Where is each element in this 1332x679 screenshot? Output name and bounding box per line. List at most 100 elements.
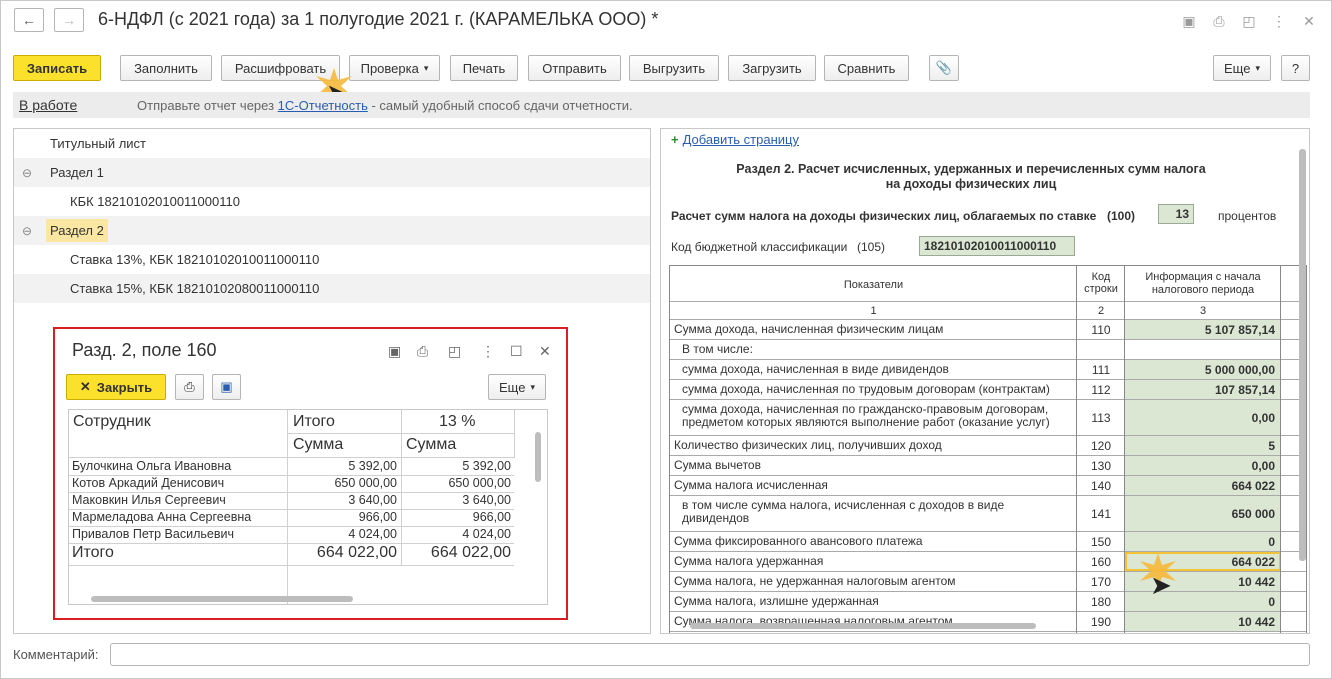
print-icon[interactable]: ⎙ xyxy=(417,343,428,360)
row-code: 190 xyxy=(1090,615,1112,629)
comment-input[interactable] xyxy=(110,643,1310,666)
more-label: Еще xyxy=(499,379,526,395)
save-icon[interactable]: ▣ xyxy=(1180,12,1198,30)
dropdown-arrow-icon: ▾ xyxy=(423,62,429,73)
row-value[interactable]: 0,00 xyxy=(1125,400,1281,435)
tree-label: КБК 18210102010011000110 xyxy=(70,194,240,209)
row-value[interactable]: 10 442 xyxy=(1125,612,1281,631)
tree-item[interactable]: Ставка 13%, КБК 18210102010011000110 xyxy=(14,245,650,274)
window-title: 6-НДФЛ (с 2021 года) за 1 полугодие 2021… xyxy=(98,9,659,29)
scrollbar-vertical[interactable] xyxy=(1299,149,1306,561)
fill-button[interactable]: Заполнить xyxy=(120,55,212,81)
table-cell: 3 640,00 xyxy=(348,493,397,507)
table-row: Сумма налога удержанная 160 664 022 xyxy=(670,552,1306,572)
row-code: 111 xyxy=(1091,363,1111,377)
row-value[interactable]: 0 xyxy=(1125,532,1281,551)
close-icon[interactable]: ✕ xyxy=(539,343,551,360)
tree-item[interactable]: Ставка 15%, КБК 18210102080011000110 xyxy=(14,274,650,303)
check-label: Проверка xyxy=(360,60,419,76)
row-label-line: Сумма налога исчисленная xyxy=(674,478,828,492)
maximize-icon[interactable]: ☐ xyxy=(510,343,523,360)
report-table: Показатели Код строки Информация с начал… xyxy=(669,265,1307,633)
more-vertical-icon[interactable]: ⋮ xyxy=(1270,12,1288,30)
close-icon[interactable]: ✕ xyxy=(1300,12,1318,30)
table-row: сумма дохода, начисленная в виде дивиден… xyxy=(670,360,1306,380)
collapse-icon[interactable]: ⊖ xyxy=(22,166,32,180)
import-button[interactable]: Загрузить xyxy=(728,55,816,81)
row-value[interactable]: 0,00 xyxy=(1125,456,1281,475)
save-button[interactable]: ▣ xyxy=(212,374,241,400)
row-label-line: Количество физических лиц, получивших до… xyxy=(674,438,942,452)
col-sum: Сумма xyxy=(293,436,344,453)
row-value[interactable]: 5 107 857,14 xyxy=(1125,320,1281,339)
row-label: Сумма вычетов xyxy=(674,459,761,472)
kbk-label: Код бюджетной классификации xyxy=(671,240,848,254)
table-row: Сумма налога, возвращенная налоговым аге… xyxy=(670,612,1306,632)
print-icon: ⎙ xyxy=(184,379,195,394)
row-label-line: Сумма налога, излишне удержанная xyxy=(674,594,879,608)
scrollbar-vertical[interactable] xyxy=(535,432,541,482)
add-page-link[interactable]: + Добавить страницу xyxy=(671,132,799,147)
more-button[interactable]: Еще ▾ xyxy=(1213,55,1271,81)
forward-button[interactable]: → xyxy=(54,8,84,32)
row-label: сумма дохода, начисленная в виде дивиден… xyxy=(682,363,949,376)
row-value[interactable]: 5 000 000,00 xyxy=(1125,360,1281,379)
row-value[interactable]: 5 xyxy=(1125,436,1281,455)
row-label-line: дивидендов xyxy=(682,511,750,525)
print-icon[interactable]: ⎙ xyxy=(1210,12,1228,30)
row-code: 140 xyxy=(1090,479,1112,493)
tree-item[interactable]: ⊖ Раздел 2 xyxy=(14,216,650,245)
table-header: Показатели Код строки Информация с начал… xyxy=(670,266,1306,302)
preview-icon[interactable]: ◰ xyxy=(448,343,461,360)
rate-value[interactable]: 13 xyxy=(1158,204,1194,224)
section-title-line: на доходы физических лиц xyxy=(885,177,1057,191)
status-strip: В работе Отправьте отчет через 1С-Отчетн… xyxy=(13,92,1310,118)
back-button[interactable]: ← xyxy=(14,8,44,32)
scrollbar-horizontal[interactable] xyxy=(91,596,353,602)
preview-icon[interactable]: ◰ xyxy=(1240,12,1258,30)
table-row: Сумма фиксированного авансового платежа 1… xyxy=(670,532,1306,552)
total-value: 664 022,00 xyxy=(430,544,511,561)
col-header: Код строки xyxy=(1084,271,1118,295)
help-button[interactable]: ? xyxy=(1281,55,1310,81)
print-button[interactable]: ⎙ xyxy=(175,374,204,400)
print-button[interactable]: Печать xyxy=(450,55,518,81)
export-button[interactable]: Выгрузить xyxy=(629,55,719,81)
close-button[interactable]: ✕ Закрыть xyxy=(66,374,166,400)
attach-button[interactable]: 📎 xyxy=(929,55,959,81)
scrollbar-horizontal[interactable] xyxy=(690,623,1036,629)
send-button[interactable]: Отправить xyxy=(528,55,621,81)
save-button[interactable]: Записать xyxy=(13,55,101,81)
table-cell: 4 024,00 xyxy=(348,527,397,541)
close-label: Закрыть xyxy=(96,379,153,395)
tree-item[interactable]: ⊖ Раздел 1 xyxy=(14,158,650,187)
row-value[interactable]: 664 022 xyxy=(1125,476,1281,495)
tree-label: Ставка 13%, КБК 18210102010011000110 xyxy=(70,252,320,267)
row-code: 120 xyxy=(1090,439,1112,453)
row-value[interactable]: 107 857,14 xyxy=(1125,380,1281,399)
tree-item[interactable]: КБК 18210102010011000110 xyxy=(14,187,650,216)
row-label: Сумма налога удержанная xyxy=(674,555,823,568)
row-value[interactable]: 650 000 xyxy=(1125,496,1281,531)
status-link[interactable]: В работе xyxy=(19,97,77,113)
kbk-value[interactable]: 18210102010011000110 xyxy=(919,236,1075,256)
status-message: Отправьте отчет через 1С-Отчетность - са… xyxy=(137,98,633,113)
row-label-line: Сумма налога удержанная xyxy=(674,554,824,568)
more-button[interactable]: Еще ▾ xyxy=(488,374,546,400)
more-vertical-icon[interactable]: ⋮ xyxy=(481,343,495,360)
row-label: сумма дохода, начисленная по гражданско-… xyxy=(682,403,1050,429)
arrow-left-icon: ← xyxy=(22,12,36,28)
rate-unit: процентов xyxy=(1218,209,1277,223)
save-icon[interactable]: ▣ xyxy=(388,343,401,360)
row-label: в том числе сумма налога, исчисленная с … xyxy=(682,499,1004,525)
popup-title: Разд. 2, поле 160 xyxy=(72,340,217,360)
tree-item[interactable]: Титульный лист xyxy=(14,129,650,158)
reporting-link[interactable]: 1С-Отчетность xyxy=(278,98,368,113)
add-page-label: Добавить страницу xyxy=(682,132,799,147)
compare-button[interactable]: Сравнить xyxy=(824,55,909,81)
check-button[interactable]: Проверка ▾ xyxy=(349,55,440,81)
collapse-icon[interactable]: ⊖ xyxy=(22,224,32,238)
row-value[interactable]: 0 xyxy=(1125,592,1281,611)
row-label: Сумма дохода, начисленная физическим лиц… xyxy=(674,323,943,336)
plus-icon: + xyxy=(671,132,679,147)
